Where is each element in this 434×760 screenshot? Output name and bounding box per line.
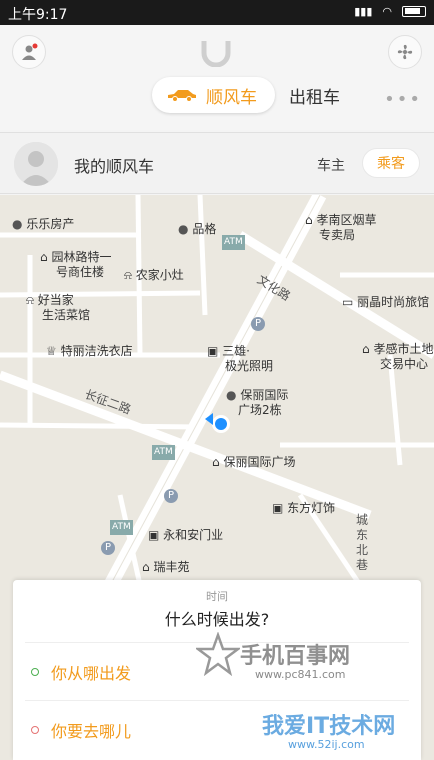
role-driver-button[interactable]: 车主 (317, 155, 345, 175)
my-ride-bar[interactable]: 我的顺风车 车主 乘客 (0, 132, 434, 194)
divider (25, 700, 409, 701)
parking-icon[interactable]: P (251, 317, 265, 331)
poi-label[interactable]: ⌂ 园林路特一 号商住楼 (40, 250, 111, 280)
restaurant-icon: ⍾ (26, 293, 34, 307)
watermark-url1: www.pc841.com (255, 668, 346, 681)
building-icon: ⌂ (142, 560, 150, 574)
app-header: 顺风车 出租车 ••• (0, 25, 434, 130)
poi-label[interactable]: ▣ 东方灯饰 (272, 501, 335, 516)
tab-taxi[interactable]: 出租车 (289, 83, 340, 108)
my-ride-title: 我的顺风车 (74, 157, 155, 176)
star-logo-icon (196, 632, 240, 676)
shirt-icon: ♕ (46, 344, 57, 358)
poi-label[interactable]: ● 乐乐房产 (12, 217, 74, 232)
parking-icon[interactable]: P (101, 541, 115, 555)
role-passenger-button[interactable]: 乘客 (362, 148, 420, 178)
status-bar: 上午9:17 ▮▮▮ ◠ (0, 0, 434, 25)
signal-icon: ▮▮▮ (354, 5, 373, 18)
poi-label[interactable]: ▣ 永和安门业 (148, 528, 223, 543)
origin-dot-icon (31, 668, 39, 676)
poi-label[interactable]: ▣ 三雄· 极光照明 (207, 344, 273, 374)
destination-row[interactable]: 你要去哪儿 (31, 718, 131, 742)
poi-label[interactable]: ♕ 特丽洁洗衣店 (46, 344, 133, 359)
poi-label[interactable]: ⌂ 保丽国际广场 (212, 455, 295, 470)
status-icons: ▮▮▮ ◠ (354, 5, 426, 18)
tab-carpool-label: 顺风车 (206, 87, 257, 108)
poi-label[interactable]: ⍾ 好当家 生活菜馆 (26, 293, 90, 323)
watermark-url2: www.52ij.com (288, 738, 365, 751)
shop-icon: ▣ (148, 528, 160, 542)
destination-dot-icon (31, 726, 39, 734)
didi-logo-icon (201, 41, 231, 67)
profile-button[interactable] (12, 35, 46, 69)
tab-carpool[interactable]: 顺风车 (152, 77, 275, 113)
building-icon: ⌂ (212, 455, 220, 469)
status-time: 上午9:17 (8, 7, 68, 23)
parking-icon[interactable]: P (164, 489, 178, 503)
poi-label[interactable]: ⍾ 农家小灶 (124, 268, 184, 283)
destination-input[interactable]: 你要去哪儿 (51, 718, 131, 742)
shop-icon: ▣ (207, 344, 219, 358)
watermark-site2: 我爱IT技术网 (262, 714, 396, 739)
more-icon[interactable]: ••• (384, 89, 422, 110)
avatar[interactable] (14, 142, 58, 186)
atm-icon[interactable]: ATM (222, 235, 245, 250)
shop-icon: ▣ (272, 501, 284, 515)
building-icon: ⌂ (305, 213, 313, 227)
time-label: 时间 (206, 590, 228, 603)
poi-label[interactable]: ▭ 丽晶时尚旅馆 (342, 295, 429, 310)
poi-label[interactable]: ⌂ 孝感市土地 交易中心 (362, 342, 433, 372)
building-icon: ⌂ (40, 250, 48, 264)
fan-icon (397, 44, 413, 60)
origin-input[interactable]: 你从哪出发 (51, 660, 131, 684)
poi-label[interactable]: ● 品格 (178, 222, 216, 237)
building-icon: ⌂ (362, 342, 370, 356)
wifi-icon: ◠ (382, 5, 392, 18)
user-icon (22, 43, 38, 60)
car-icon (168, 90, 196, 102)
battery-icon (402, 6, 426, 17)
departure-time-button[interactable]: 什么时候出发? (13, 606, 421, 630)
origin-row[interactable]: 你从哪出发 (31, 660, 131, 684)
avatar-silhouette-icon (14, 142, 58, 186)
service-tabs: 顺风车 出租车 (152, 77, 340, 113)
poi-label[interactable]: ● 保丽国际 广场2栋 (226, 388, 288, 418)
restaurant-icon: ⍾ (124, 268, 132, 282)
atm-icon[interactable]: ATM (110, 520, 133, 535)
road-label: 城东北巷 (356, 513, 369, 572)
poi-label[interactable]: ⌂ 瑞丰苑 (142, 560, 189, 575)
poi-label[interactable]: ⌂ 孝南区烟草 专卖局 (305, 213, 376, 243)
atm-icon[interactable]: ATM (152, 445, 175, 460)
hotel-icon: ▭ (342, 295, 354, 309)
watermark-site1: 手机百事网 (240, 644, 351, 669)
settings-fan-button[interactable] (388, 35, 422, 69)
